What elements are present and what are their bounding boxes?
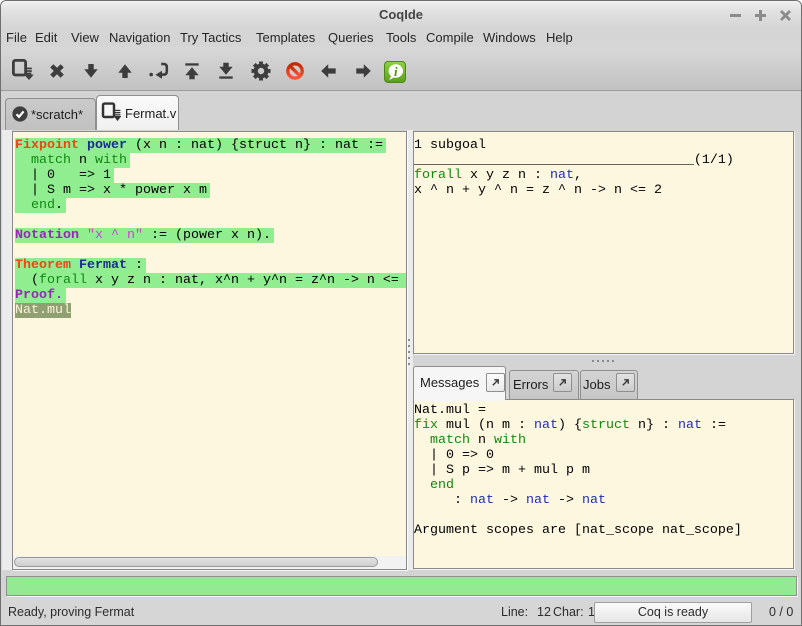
- svg-text:i: i: [394, 64, 398, 79]
